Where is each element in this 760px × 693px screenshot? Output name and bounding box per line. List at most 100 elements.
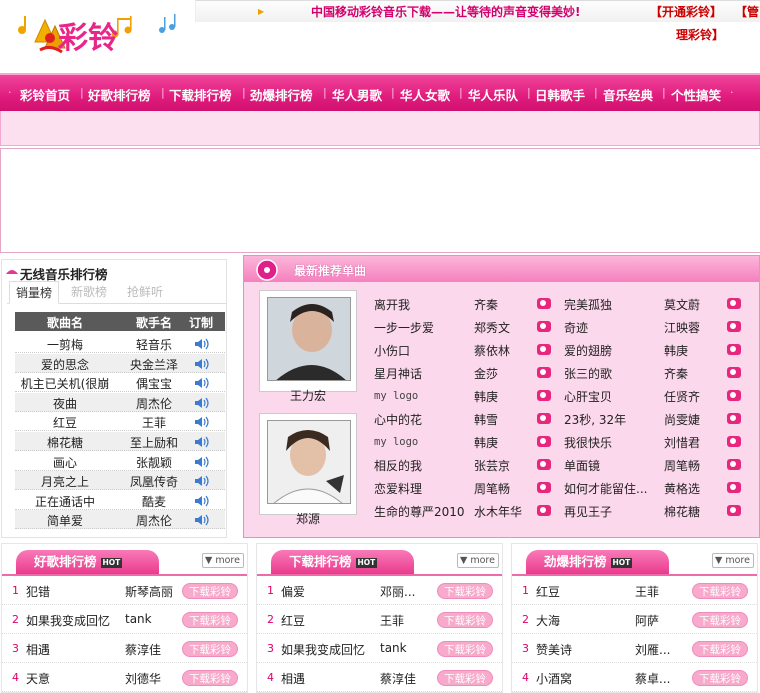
download-ringtone-button[interactable]: 下载彩铃 bbox=[182, 641, 238, 657]
artist-name[interactable]: 王菲 bbox=[635, 583, 687, 600]
speaker-icon[interactable] bbox=[194, 397, 209, 409]
artist-name[interactable]: 偶宝宝 bbox=[119, 375, 189, 392]
box-title[interactable]: 下载排行榜 HOT bbox=[271, 550, 414, 574]
artist-name[interactable]: 张靓颖 bbox=[119, 454, 189, 471]
rec-artist[interactable]: 齐秦 bbox=[474, 296, 498, 313]
rec-song[interactable]: 相反的我 bbox=[374, 457, 422, 474]
rec-song[interactable]: 我很快乐 bbox=[564, 434, 612, 451]
song-name[interactable]: 如果我变成回忆 bbox=[26, 612, 126, 629]
nav-chinese-male[interactable]: 华人男歌 bbox=[332, 85, 382, 104]
nav-chinese-band[interactable]: 华人乐队 bbox=[468, 85, 518, 104]
rec-song[interactable]: 爱的翅膀 bbox=[564, 342, 612, 359]
tab-sales[interactable]: 销量榜 bbox=[9, 281, 60, 304]
speaker-icon[interactable] bbox=[194, 436, 209, 448]
phone-icon[interactable] bbox=[727, 321, 741, 332]
phone-icon[interactable] bbox=[537, 459, 551, 470]
phone-icon[interactable] bbox=[727, 505, 741, 516]
phone-icon[interactable] bbox=[727, 459, 741, 470]
box-title[interactable]: 好歌排行榜 HOT bbox=[16, 550, 159, 574]
rec-artist[interactable]: 水木年华 bbox=[474, 503, 522, 520]
artist-name[interactable]: 凤凰传奇 bbox=[119, 473, 189, 490]
rec-song[interactable]: 心肝宝贝 bbox=[564, 388, 612, 405]
speaker-icon[interactable] bbox=[194, 377, 209, 389]
site-logo[interactable]: 彩铃 bbox=[0, 0, 195, 72]
download-ringtone-button[interactable]: 下载彩铃 bbox=[182, 670, 238, 686]
rec-song[interactable]: 张三的歌 bbox=[564, 365, 612, 382]
rec-artist[interactable]: 莫文蔚 bbox=[664, 296, 700, 313]
artist-name[interactable]: 央金兰泽 bbox=[119, 356, 189, 373]
download-ringtone-button[interactable]: 下载彩铃 bbox=[437, 612, 493, 628]
nav-download-chart[interactable]: 下载排行榜 bbox=[169, 85, 232, 104]
artist-name[interactable]: 阿萨 bbox=[635, 612, 687, 629]
song-name[interactable]: 简单爱 bbox=[15, 512, 115, 529]
phone-icon[interactable] bbox=[727, 298, 741, 309]
open-ringtone-link[interactable]: 【开通彩铃】 bbox=[650, 3, 722, 20]
tab-preview[interactable]: 抢鲜听 bbox=[121, 281, 169, 303]
rec-song[interactable]: 小伤口 bbox=[374, 342, 410, 359]
box-title[interactable]: 劲爆排行榜 HOT bbox=[526, 550, 669, 574]
more-button[interactable]: ▼ more bbox=[712, 553, 754, 568]
rec-artist[interactable]: 周笔畅 bbox=[664, 457, 700, 474]
rec-artist[interactable]: 郑秀文 bbox=[474, 319, 510, 336]
artist-name-1[interactable]: 王力宏 bbox=[259, 387, 357, 404]
rec-song[interactable]: 完美孤独 bbox=[564, 296, 612, 313]
song-name[interactable]: 一剪梅 bbox=[15, 336, 115, 353]
artist-name[interactable]: 蔡淳佳 bbox=[380, 670, 432, 687]
rec-artist[interactable]: 韩庚 bbox=[664, 342, 688, 359]
rec-song[interactable]: 单面镜 bbox=[564, 457, 600, 474]
rec-song[interactable]: 星月神话 bbox=[374, 365, 422, 382]
phone-icon[interactable] bbox=[537, 344, 551, 355]
download-ringtone-button[interactable]: 下载彩铃 bbox=[182, 612, 238, 628]
artist-name-2[interactable]: 郑源 bbox=[259, 510, 357, 527]
nav-good-songs[interactable]: 好歌排行榜 bbox=[88, 85, 151, 104]
artist-name[interactable]: 刘德华 bbox=[125, 670, 177, 687]
song-name[interactable]: 红豆 bbox=[281, 612, 381, 629]
artist-name[interactable]: 酷麦 bbox=[119, 493, 189, 510]
download-ringtone-button[interactable]: 下载彩铃 bbox=[692, 641, 748, 657]
rec-song[interactable]: 离开我 bbox=[374, 296, 410, 313]
song-name[interactable]: 棉花糖 bbox=[15, 434, 115, 451]
rec-artist[interactable]: 黄格选 bbox=[664, 480, 700, 497]
phone-icon[interactable] bbox=[537, 482, 551, 493]
song-name[interactable]: 赞美诗 bbox=[536, 641, 636, 658]
phone-icon[interactable] bbox=[537, 367, 551, 378]
song-name[interactable]: 相遇 bbox=[26, 641, 126, 658]
song-name[interactable]: 天意 bbox=[26, 670, 126, 687]
phone-icon[interactable] bbox=[727, 436, 741, 447]
rec-artist[interactable]: 齐秦 bbox=[664, 365, 688, 382]
rec-artist[interactable]: 蔡依林 bbox=[474, 342, 510, 359]
download-ringtone-button[interactable]: 下载彩铃 bbox=[437, 670, 493, 686]
song-name[interactable]: 相遇 bbox=[281, 670, 381, 687]
download-ringtone-button[interactable]: 下载彩铃 bbox=[182, 583, 238, 599]
speaker-icon[interactable] bbox=[194, 456, 209, 468]
artist-name[interactable]: 蔡卓... bbox=[635, 670, 687, 687]
more-button[interactable]: ▼ more bbox=[457, 553, 499, 568]
rec-song[interactable]: 如何才能留住... bbox=[564, 480, 647, 497]
tab-new-songs[interactable]: 新歌榜 bbox=[65, 281, 113, 303]
nav-classics[interactable]: 音乐经典 bbox=[603, 85, 653, 104]
phone-icon[interactable] bbox=[537, 436, 551, 447]
song-name[interactable]: 机主已关机(很崩 bbox=[15, 375, 115, 392]
phone-icon[interactable] bbox=[727, 344, 741, 355]
download-ringtone-button[interactable]: 下载彩铃 bbox=[692, 612, 748, 628]
more-button[interactable]: ▼ more bbox=[202, 553, 244, 568]
nav-home[interactable]: 彩铃首页 bbox=[20, 85, 70, 104]
artist-name[interactable]: 邓丽... bbox=[380, 583, 432, 600]
artist-name[interactable]: 王菲 bbox=[380, 612, 432, 629]
artist-name[interactable]: 轻音乐 bbox=[119, 336, 189, 353]
rec-artist[interactable]: 刘惜君 bbox=[664, 434, 700, 451]
nav-chinese-female[interactable]: 华人女歌 bbox=[400, 85, 450, 104]
rec-artist[interactable]: 江映蓉 bbox=[664, 319, 700, 336]
rec-song[interactable]: my logo bbox=[374, 390, 418, 402]
nav-jpkr-singers[interactable]: 日韩歌手 bbox=[535, 85, 585, 104]
artist-name[interactable]: 刘雁... bbox=[635, 641, 687, 658]
rec-artist[interactable]: 尚雯婕 bbox=[664, 411, 700, 428]
rec-artist[interactable]: 金莎 bbox=[474, 365, 498, 382]
phone-icon[interactable] bbox=[537, 390, 551, 401]
rec-artist[interactable]: 韩庚 bbox=[474, 388, 498, 405]
download-ringtone-button[interactable]: 下载彩铃 bbox=[692, 583, 748, 599]
artist-name[interactable]: 周杰伦 bbox=[119, 512, 189, 529]
phone-icon[interactable] bbox=[727, 482, 741, 493]
speaker-icon[interactable] bbox=[194, 495, 209, 507]
manage-ringtone-link-wrap[interactable]: 理彩铃】 bbox=[676, 26, 724, 43]
